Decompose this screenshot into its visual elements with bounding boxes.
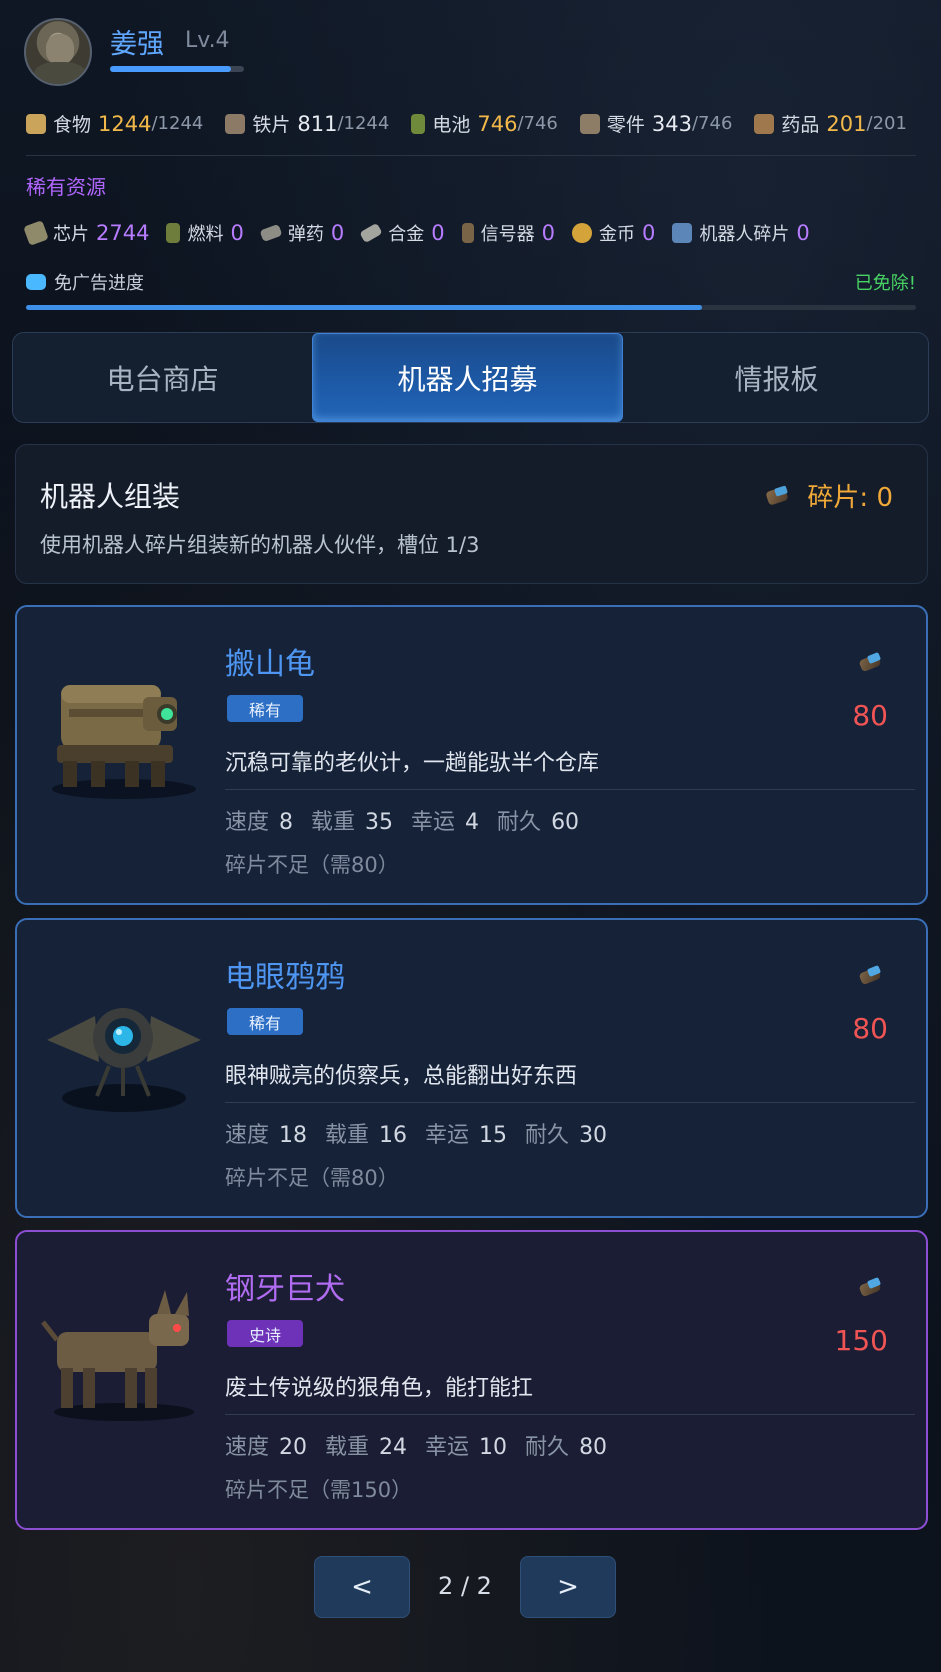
rarity-badge: 稀有 bbox=[227, 1008, 303, 1035]
robot-card[interactable]: 电眼鸦鸦 稀有 眼神贼亮的侦察兵，总能翻出好东西 速度 18 载重 16 幸运 15 … bbox=[15, 918, 928, 1218]
resource-food: 食物 1244 /1244 bbox=[26, 110, 203, 137]
player-name: 姜强 bbox=[110, 29, 164, 60]
robot-stats: 速度 20 载重 24 幸运 10 耐久 80 bbox=[225, 1435, 608, 1460]
resource-bar: 食物 1244 /1244 铁片 811 /1244 电池 746 /746 零… bbox=[26, 110, 929, 137]
ad-progress-bar bbox=[26, 305, 916, 310]
fragment-count: 碎片: 0 bbox=[765, 477, 893, 514]
robot-description: 沉稳可靠的老伙计，一趟能驮半个仓库 bbox=[225, 751, 600, 776]
robot-fragment-icon bbox=[765, 485, 791, 507]
rare-resources-title: 稀有资源 bbox=[26, 175, 106, 199]
resource-ammo: 弹药 0 bbox=[259, 220, 344, 246]
fuel-icon bbox=[166, 223, 181, 243]
robot-fragment-icon bbox=[858, 1276, 884, 1300]
fragment-cost: 80 bbox=[852, 1012, 888, 1045]
fragment-cost: 150 bbox=[834, 1324, 888, 1357]
food-can-icon bbox=[26, 113, 46, 134]
rare-resource-bar: 芯片 2744 燃料 0 弹药 0 合金 0 信号器 0 金币 0 机器人碎片 … bbox=[23, 220, 827, 246]
robot-fragment-icon bbox=[858, 651, 884, 675]
turtle-robot-icon bbox=[52, 685, 196, 799]
medicine-icon bbox=[754, 113, 775, 134]
resource-medicine: 药品 201 /201 bbox=[754, 110, 907, 137]
robot-fragment-icon bbox=[858, 964, 884, 988]
gold-coin-icon bbox=[571, 223, 592, 243]
iron-sheet-icon bbox=[225, 113, 246, 134]
player-header: 姜强 Lv.4 bbox=[24, 18, 917, 88]
alloy-icon bbox=[359, 222, 383, 244]
robot-name: 搬山龟 bbox=[225, 647, 315, 682]
ad-free-status: 已免除! bbox=[854, 273, 916, 294]
tv-icon bbox=[26, 274, 46, 290]
resource-gold: 金币 0 bbox=[571, 220, 655, 246]
tab-robot-recruit[interactable]: 机器人招募 bbox=[312, 333, 623, 422]
insufficient-fragments-label: 碎片不足（需150） bbox=[225, 1478, 413, 1502]
resource-alloy: 合金 0 bbox=[359, 220, 445, 246]
player-level: Lv.4 bbox=[185, 28, 230, 53]
crow-drone-icon bbox=[47, 1008, 201, 1112]
robot-card[interactable]: 钢牙巨犬 史诗 废土传说级的狠角色，能打能扛 速度 20 载重 24 幸运 10 耐久… bbox=[15, 1230, 928, 1530]
divider bbox=[26, 155, 916, 156]
ad-free-progress: 免广告进度 已免除! bbox=[26, 269, 916, 295]
rarity-badge: 史诗 bbox=[227, 1320, 303, 1347]
robot-description: 眼神贼亮的侦察兵，总能翻出好东西 bbox=[225, 1064, 578, 1089]
resource-fuel: 燃料 0 bbox=[166, 220, 244, 246]
chip-icon bbox=[23, 220, 49, 246]
fragment-cost: 80 bbox=[852, 699, 888, 732]
pagination: < 2 / 2 > bbox=[314, 1556, 616, 1618]
insufficient-fragments-label: 碎片不足（需80） bbox=[225, 853, 399, 877]
resource-iron: 铁片 811 /1244 bbox=[225, 110, 389, 137]
parts-icon bbox=[579, 113, 600, 134]
robot-description: 废土传说级的狠角色，能打能扛 bbox=[225, 1376, 534, 1401]
tab-radio-shop[interactable]: 电台商店 bbox=[13, 333, 312, 422]
robot-card[interactable]: 搬山龟 稀有 沉稳可靠的老伙计，一趟能驮半个仓库 速度 8 载重 35 幸运 4 耐久… bbox=[15, 605, 928, 905]
resource-parts: 零件 343 /746 bbox=[579, 110, 732, 137]
tab-bar: 电台商店 机器人招募 情报板 bbox=[12, 332, 929, 423]
robot-name: 电眼鸦鸦 bbox=[225, 960, 345, 995]
rarity-badge: 稀有 bbox=[227, 695, 303, 722]
robot-assembly-panel: 机器人组装 使用机器人碎片组装新的机器人伙伴，槽位 1/3 碎片: 0 bbox=[15, 444, 928, 584]
page-indicator: 2 / 2 bbox=[438, 1572, 492, 1600]
prev-page-button[interactable]: < bbox=[314, 1556, 410, 1618]
resource-robot-fragment: 机器人碎片 0 bbox=[672, 220, 810, 246]
tab-intel-board[interactable]: 情报板 bbox=[623, 333, 928, 422]
robot-name: 钢牙巨犬 bbox=[225, 1272, 345, 1307]
avatar[interactable] bbox=[24, 18, 92, 86]
battery-icon bbox=[411, 113, 426, 134]
xp-bar bbox=[110, 66, 244, 72]
dog-robot-icon bbox=[41, 1290, 194, 1421]
assembly-title: 机器人组装 bbox=[40, 480, 181, 513]
insufficient-fragments-label: 碎片不足（需80） bbox=[225, 1166, 399, 1190]
beacon-icon bbox=[461, 223, 474, 243]
robot-stats: 速度 18 载重 16 幸运 15 耐久 30 bbox=[225, 1123, 608, 1148]
ammo-icon bbox=[259, 223, 283, 243]
resource-beacon: 信号器 0 bbox=[461, 220, 555, 246]
resource-battery: 电池 746 /746 bbox=[411, 110, 558, 137]
robot-fragment-icon bbox=[672, 223, 693, 243]
assembly-description: 使用机器人碎片组装新的机器人伙伴，槽位 1/3 bbox=[40, 533, 480, 557]
robot-stats: 速度 8 载重 35 幸运 4 耐久 60 bbox=[225, 810, 580, 835]
resource-chip: 芯片 2744 bbox=[23, 220, 149, 246]
next-page-button[interactable]: > bbox=[520, 1556, 616, 1618]
